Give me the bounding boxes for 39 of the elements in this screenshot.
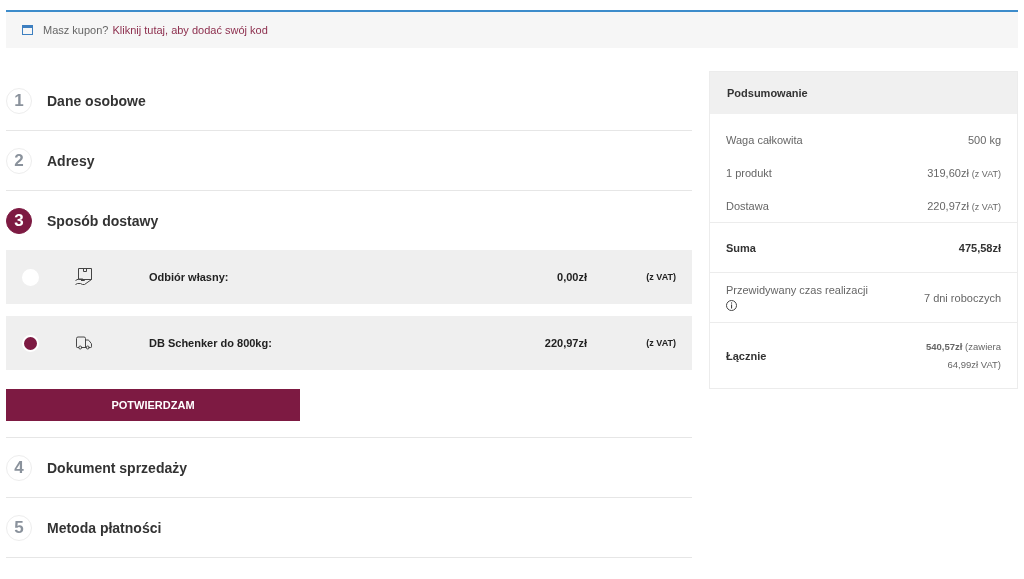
box-hand-icon [75, 267, 93, 287]
step-number: 5 [6, 514, 32, 541]
vat-note: (z VAT) [971, 168, 1001, 179]
summary-value: 319,60zł [927, 166, 969, 179]
truck-icon [75, 334, 93, 352]
vat-note: (z VAT) [971, 201, 1001, 212]
step-title: Dane osobowe [47, 92, 146, 109]
summary-label: Przewidywany czas realizacji [726, 284, 868, 296]
summary-value: 540,57zł (zawiera 64,99zł VAT) [925, 340, 1001, 372]
summary-label: 1 produkt [726, 166, 772, 179]
summary-label: Suma [726, 241, 756, 254]
summary-label: Dostawa [726, 199, 769, 212]
radio-button[interactable] [21, 334, 39, 352]
step-title: Sposób dostawy [47, 212, 159, 229]
step-number: 3 [6, 207, 32, 234]
option-label: DB Schenker do 800kg: [149, 337, 272, 349]
window-icon [22, 25, 33, 35]
option-price: 220,97zł [544, 337, 587, 349]
info-icon[interactable] [726, 300, 737, 311]
step-title: Metoda płatności [47, 519, 162, 536]
vat-note: (z VAT) [646, 272, 676, 282]
summary-label: Łącznie [726, 350, 767, 362]
step-title: Dokument sprzedaży [47, 459, 188, 476]
summary-label: Waga całkowita [726, 133, 803, 146]
option-price: 0,00zł [557, 271, 587, 283]
summary-title: Podsumowanie [727, 87, 808, 99]
coupon-prompt: Masz kupon? [43, 24, 109, 36]
step-number: 2 [6, 147, 32, 174]
step-number: 4 [6, 454, 32, 481]
vat-note: (z VAT) [646, 338, 676, 348]
option-label: Odbiór własny: [149, 271, 229, 283]
step-title: Adresy [47, 152, 95, 169]
confirm-button[interactable]: POTWIERDZAM [6, 389, 300, 421]
summary-value: 500 kg [967, 133, 1001, 146]
summary-value: 475,58zł [958, 241, 1001, 254]
step-number: 1 [6, 87, 32, 114]
summary-value: 220,97zł [927, 199, 969, 212]
summary-value: 7 dni roboczych [923, 291, 1001, 304]
coupon-link[interactable]: Kliknij tutaj, aby dodać swój kod [112, 24, 268, 36]
